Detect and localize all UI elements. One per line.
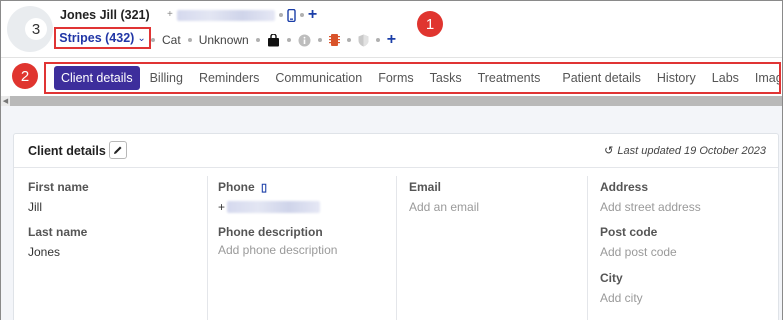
microchip-icon[interactable]: [328, 33, 340, 47]
mobile-phone-icon: ▯: [261, 182, 268, 194]
annotation-badge-2: 2: [12, 63, 38, 89]
add-patient-icon[interactable]: +: [387, 32, 396, 48]
address-label: Address: [600, 180, 649, 194]
window-frame: Jones Jill (321) + + Stripes (432) ⌄ Cat…: [0, 0, 783, 320]
separator-dot: [151, 38, 155, 42]
pencil-icon: [114, 146, 122, 154]
email-label: Email: [409, 180, 442, 194]
history-icon: ↺: [604, 145, 614, 157]
tab-tasks[interactable]: Tasks: [422, 66, 470, 90]
address-placeholder[interactable]: Add street address: [600, 200, 701, 214]
chevron-down-icon: ⌄: [137, 32, 146, 44]
phone-description-label: Phone description: [218, 225, 323, 239]
scroll-left-icon[interactable]: ◀: [1, 96, 10, 106]
first-name-value: Jill: [28, 200, 42, 214]
add-contact-icon[interactable]: +: [308, 7, 317, 23]
client-name[interactable]: Jones Jill (321): [60, 8, 150, 22]
patient-selector[interactable]: Stripes (432) ⌄: [54, 27, 151, 49]
phone-plus-sign: +: [167, 9, 173, 20]
city-placeholder[interactable]: Add city: [600, 291, 643, 305]
client-contact-row: + +: [167, 7, 317, 23]
tab-billing[interactable]: Billing: [142, 66, 191, 90]
separator-dot: [317, 38, 322, 42]
column-divider: [587, 176, 588, 320]
phone-description-placeholder[interactable]: Add phone description: [218, 243, 337, 257]
annotation-badge-3: 3: [25, 18, 47, 40]
last-updated: ↺ Last updated 19 October 2023: [604, 144, 766, 158]
tab-client-details[interactable]: Client details: [54, 66, 140, 90]
postcode-label: Post code: [600, 225, 658, 239]
separator-dot: [286, 38, 291, 42]
tab-patient-details[interactable]: Patient details: [554, 66, 649, 90]
city-label: City: [600, 271, 623, 285]
annotation-badge-1: 1: [417, 11, 443, 37]
patient-species: Cat: [162, 33, 181, 47]
column-divider: [207, 176, 208, 320]
phone-label-text: Phone: [218, 180, 255, 194]
separator-dot: [346, 38, 351, 42]
separator-dot: [255, 38, 260, 42]
tabs-bar: 2 Client details Billing Reminders Commu…: [1, 57, 782, 95]
last-name-value: Jones: [28, 245, 61, 259]
column-divider: [396, 176, 397, 320]
phone-label: Phone ▯: [218, 180, 267, 194]
horizontal-scrollbar[interactable]: [1, 96, 782, 106]
phone-icon[interactable]: [287, 8, 296, 22]
phone-prefix: +: [218, 200, 226, 214]
last-updated-text: Last updated 19 October 2023: [617, 144, 766, 157]
phone-value[interactable]: +: [218, 200, 321, 214]
first-name-label: First name: [28, 180, 89, 194]
tab-labs[interactable]: Labs: [704, 66, 747, 90]
tab-history[interactable]: History: [649, 66, 704, 90]
tab-treatments[interactable]: Treatments: [470, 66, 549, 90]
bag-icon[interactable]: [267, 33, 280, 47]
card-title: Client details: [28, 144, 106, 158]
separator-dot: [278, 13, 283, 17]
client-header: Jones Jill (321) + + Stripes (432) ⌄ Cat…: [1, 1, 782, 57]
tab-forms[interactable]: Forms: [370, 66, 421, 90]
patient-info-row: Cat Unknown +: [151, 31, 396, 49]
client-details-card: Client details ↺ Last updated 19 October…: [13, 133, 779, 320]
tab-reminders[interactable]: Reminders: [191, 66, 267, 90]
shield-icon[interactable]: [358, 34, 369, 47]
separator-dot: [187, 38, 192, 42]
separator-dot: [375, 38, 380, 42]
postcode-placeholder[interactable]: Add post code: [600, 245, 677, 259]
patient-name: Stripes (432): [59, 31, 135, 45]
email-placeholder[interactable]: Add an email: [409, 200, 479, 214]
tab-imaging[interactable]: Imaging: [747, 66, 779, 90]
info-icon[interactable]: [298, 34, 311, 47]
client-name-text: Jones Jill: [60, 8, 117, 22]
tabs-highlight: Client details Billing Reminders Communi…: [44, 62, 781, 94]
client-number: (321): [120, 8, 150, 22]
patient-sex: Unknown: [198, 33, 249, 47]
redacted-phone: [176, 9, 275, 21]
edit-button[interactable]: [109, 141, 127, 159]
tab-communication[interactable]: Communication: [267, 66, 370, 90]
main-content: Client details ↺ Last updated 19 October…: [1, 106, 782, 320]
last-name-label: Last name: [28, 225, 88, 239]
redacted-phone-number: [227, 201, 321, 213]
card-header: Client details ↺ Last updated 19 October…: [14, 134, 778, 168]
separator-dot: [299, 13, 304, 17]
